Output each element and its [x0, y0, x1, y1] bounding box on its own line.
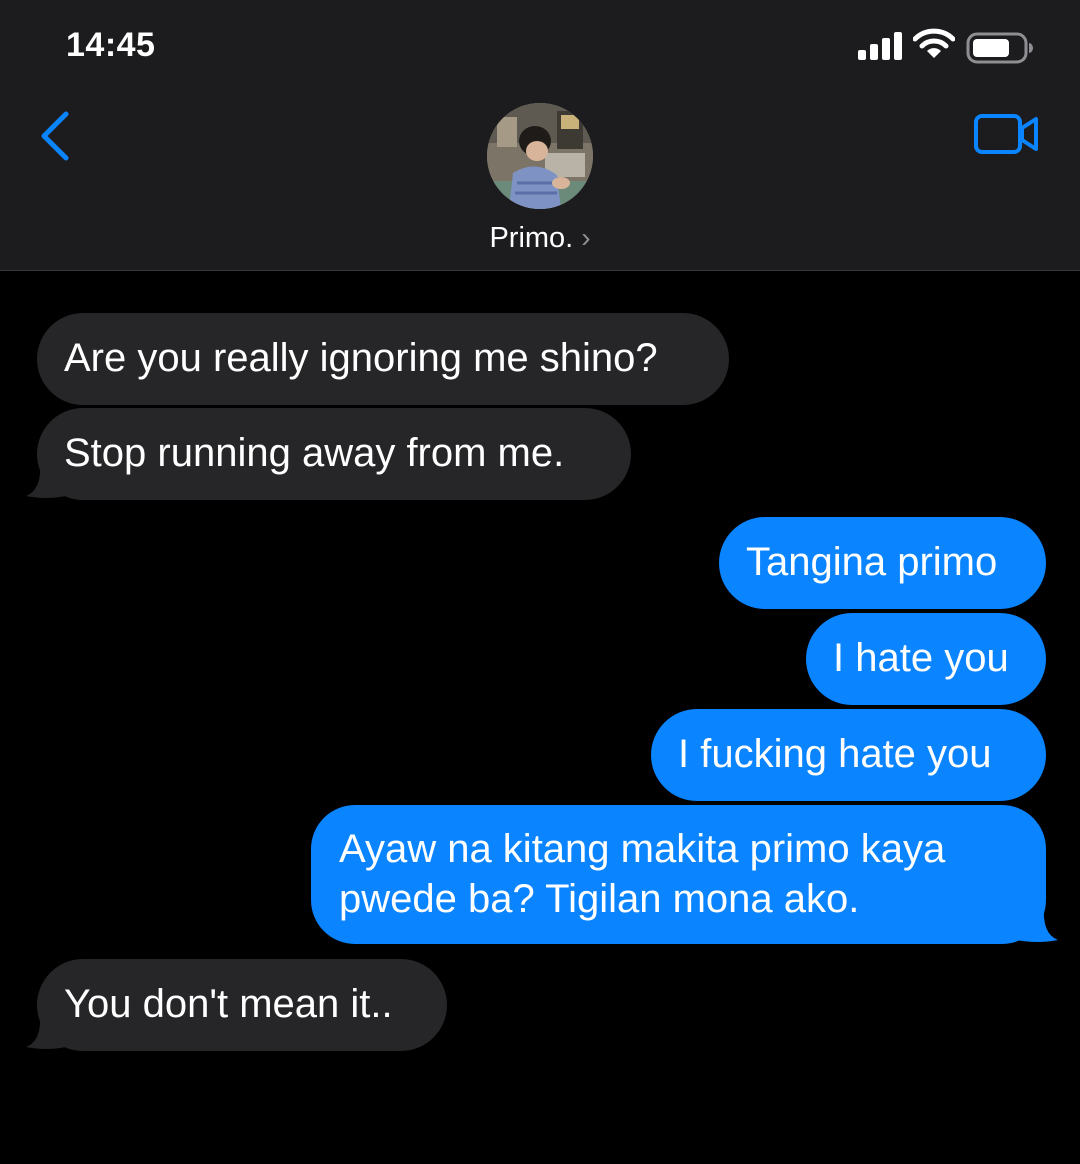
message-bubble-incoming[interactable]: Stop running away from me. — [37, 408, 631, 500]
chevron-right-icon: › — [581, 222, 591, 253]
message-bubble-incoming[interactable]: Are you really ignoring me shino? — [37, 313, 729, 405]
bubble-tail-outgoing — [1016, 906, 1058, 942]
message-text: Ayaw na kitang makita primo kaya pwede b… — [339, 827, 946, 921]
message-text: I fucking hate you — [678, 732, 992, 776]
battery-icon — [966, 32, 1033, 64]
status-time: 14:45 — [66, 26, 156, 64]
contact-name: Primo. — [489, 222, 574, 254]
navigation-header: 14:45 Primo. › — [0, 0, 1080, 271]
message-bubble-outgoing[interactable]: I hate you — [806, 613, 1046, 705]
avatar-photo — [487, 103, 593, 209]
cellular-signal-icon — [858, 32, 902, 60]
message-text: Tangina primo — [746, 540, 998, 584]
wifi-icon — [913, 28, 955, 58]
video-camera-icon[interactable] — [972, 110, 1042, 158]
message-bubble-incoming[interactable]: You don't mean it.. — [37, 959, 447, 1051]
message-bubble-outgoing[interactable]: I fucking hate you — [651, 709, 1046, 801]
back-chevron-icon[interactable] — [36, 108, 80, 164]
contact-avatar[interactable] — [487, 103, 593, 209]
contact-name-button[interactable]: Primo. › — [0, 222, 1080, 255]
bubble-tail-incoming — [26, 1013, 66, 1049]
message-bubble-outgoing[interactable]: Ayaw na kitang makita primo kaya pwede b… — [311, 805, 1046, 944]
message-text: Are you really ignoring me shino? — [64, 336, 658, 380]
message-bubble-outgoing[interactable]: Tangina primo — [719, 517, 1046, 609]
message-text: You don't mean it.. — [64, 982, 393, 1026]
message-text: I hate you — [833, 636, 1009, 680]
bubble-tail-incoming — [26, 462, 66, 498]
message-text: Stop running away from me. — [64, 431, 565, 475]
